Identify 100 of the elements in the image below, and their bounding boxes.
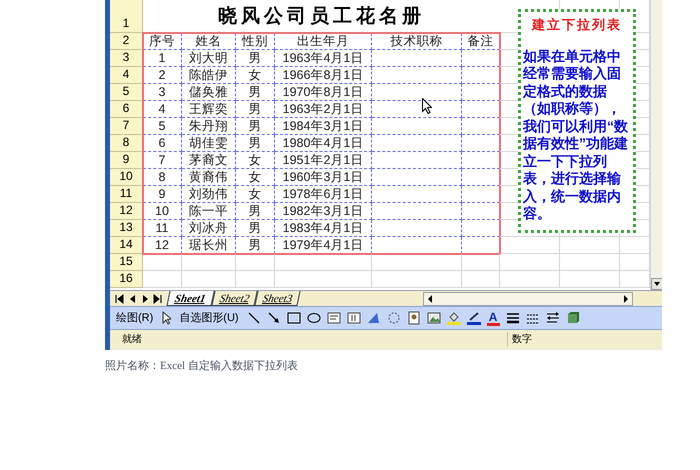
row-number: 1 xyxy=(110,0,143,33)
table-cell: 陈一平 xyxy=(182,203,236,220)
row-number: 13 xyxy=(110,220,143,237)
picture-icon[interactable] xyxy=(426,311,441,325)
table-cell: 2 xyxy=(143,67,182,84)
row-number: 7 xyxy=(110,118,143,135)
column-header: 序号 xyxy=(143,33,182,50)
table-cell: 3 xyxy=(143,84,182,101)
column-header: 姓名 xyxy=(182,33,236,50)
table-cell: 茅裔文 xyxy=(182,152,236,169)
row-number: 2 xyxy=(110,33,143,50)
column-header: 备注 xyxy=(462,33,500,50)
empty-cell xyxy=(182,271,236,288)
table-cell: 1960年3月1日 xyxy=(275,169,372,186)
row-number: 4 xyxy=(110,67,143,84)
toolbar-menu-button[interactable]: 绘图(R) xyxy=(114,310,156,326)
empty-cell xyxy=(560,254,620,271)
table-cell: 男 xyxy=(236,135,275,152)
table-cell: 12 xyxy=(143,237,182,254)
row-number: 3 xyxy=(110,50,143,67)
table-cell: 10 xyxy=(143,203,182,220)
table-cell: 11 xyxy=(143,220,182,237)
empty-cell xyxy=(500,254,560,271)
empty-cell xyxy=(462,271,500,288)
table-cell: 男 xyxy=(236,220,275,237)
cube-icon[interactable] xyxy=(566,311,580,325)
line-style-icon[interactable] xyxy=(506,311,520,325)
table-cell: 1978年6月1日 xyxy=(275,186,372,203)
empty-cell xyxy=(560,271,620,288)
first-sheet-icon[interactable] xyxy=(114,292,125,306)
column-header: 出生年月 xyxy=(275,33,372,50)
arrow-icon[interactable] xyxy=(266,311,281,325)
table-cell: 琚长州 xyxy=(182,237,236,254)
table-cell: 1963年4月1日 xyxy=(275,50,372,67)
empty-cell xyxy=(500,271,560,288)
sheet-tab[interactable]: Sheet2 xyxy=(210,291,258,306)
table-cell: 刘冰舟 xyxy=(182,220,236,237)
table-cell: 7 xyxy=(143,152,182,169)
table-cell: 女 xyxy=(236,67,275,84)
table-cell: 刘大明 xyxy=(182,50,236,67)
wordart-icon[interactable] xyxy=(366,311,381,325)
table-cell: 1963年2月1日 xyxy=(275,101,372,118)
table-cell: 1983年4月1日 xyxy=(275,220,372,237)
table-cell: 1980年4月1日 xyxy=(275,135,372,152)
sheet-tab[interactable]: Sheet1 xyxy=(166,291,214,306)
table-cell: 1 xyxy=(143,50,182,67)
status-indicator: 数字 xyxy=(507,332,532,346)
fill-color-icon[interactable] xyxy=(446,311,461,325)
table-cell: 1979年4月1日 xyxy=(275,237,372,254)
table-cell: 儲奂雅 xyxy=(182,84,236,101)
table-cell: 胡佳雯 xyxy=(182,135,236,152)
table-cell: 女 xyxy=(236,152,275,169)
table-cell: 男 xyxy=(236,84,275,101)
font-color-button[interactable]: A xyxy=(486,310,500,326)
sheet-title: 晓风公司员工花名册 xyxy=(143,0,500,33)
caption: 照片名称：Excel 自定输入数据下拉列表 xyxy=(105,358,299,374)
diagram-icon[interactable] xyxy=(386,311,401,325)
mouse-pointer-icon xyxy=(422,98,432,114)
oval-icon[interactable] xyxy=(306,311,321,325)
toolbar-menu-button[interactable]: 自选图形(U) xyxy=(177,310,241,326)
table-cell: 1982年3月1日 xyxy=(275,203,372,220)
line-icon[interactable] xyxy=(246,311,261,325)
arrow-style-icon[interactable] xyxy=(546,311,560,325)
table-cell: 男 xyxy=(236,203,275,220)
line-color-icon[interactable] xyxy=(466,311,481,325)
sheet-tab[interactable]: Sheet3 xyxy=(254,291,301,306)
table-cell: 1984年3月1日 xyxy=(275,118,372,135)
scroll-down-arrow[interactable] xyxy=(651,278,662,290)
empty-cell xyxy=(236,254,275,271)
select-pointer-icon[interactable] xyxy=(161,311,172,325)
table-cell: 陈皓伊 xyxy=(182,67,236,84)
vertical-text-box-icon[interactable] xyxy=(346,311,361,325)
clip-art-icon[interactable] xyxy=(406,311,421,325)
table-cell: 男 xyxy=(236,237,275,254)
table-cell: 女 xyxy=(236,169,275,186)
row-number: 8 xyxy=(110,135,143,152)
empty-cell xyxy=(236,271,275,288)
row-number: 6 xyxy=(110,101,143,118)
table-cell: 9 xyxy=(143,186,182,203)
row-number: 5 xyxy=(110,84,143,101)
last-sheet-icon[interactable] xyxy=(153,292,164,306)
rectangle-icon[interactable] xyxy=(286,311,301,325)
table-cell: 1951年2月1日 xyxy=(275,152,372,169)
row-number: 11 xyxy=(110,186,143,203)
table-cell: 女 xyxy=(236,186,275,203)
horizontal-scrollbar[interactable] xyxy=(423,292,634,306)
row-number: 14 xyxy=(110,237,143,254)
table-cell: 1966年8月1日 xyxy=(275,67,372,84)
note-title: 建立下拉列表 xyxy=(532,16,622,35)
column-header: 性别 xyxy=(236,33,275,50)
text-box-icon[interactable] xyxy=(326,311,341,325)
note-text: 如果在单元格中经常需要输入固定格式的数据（如职称等），我们可以利用“数据有效性”功能建立一下下拉列表，进行选择输入，统一数据内容。 xyxy=(523,48,629,222)
column-header: 技术职称 xyxy=(372,33,462,50)
row-number: 10 xyxy=(110,169,143,186)
row-number: 9 xyxy=(110,152,143,169)
empty-cell xyxy=(500,237,560,254)
status-text: 就绪 xyxy=(122,332,143,346)
empty-cell xyxy=(462,254,500,271)
table-cell: 4 xyxy=(143,101,182,118)
table-cell: 朱丹翔 xyxy=(182,118,236,135)
